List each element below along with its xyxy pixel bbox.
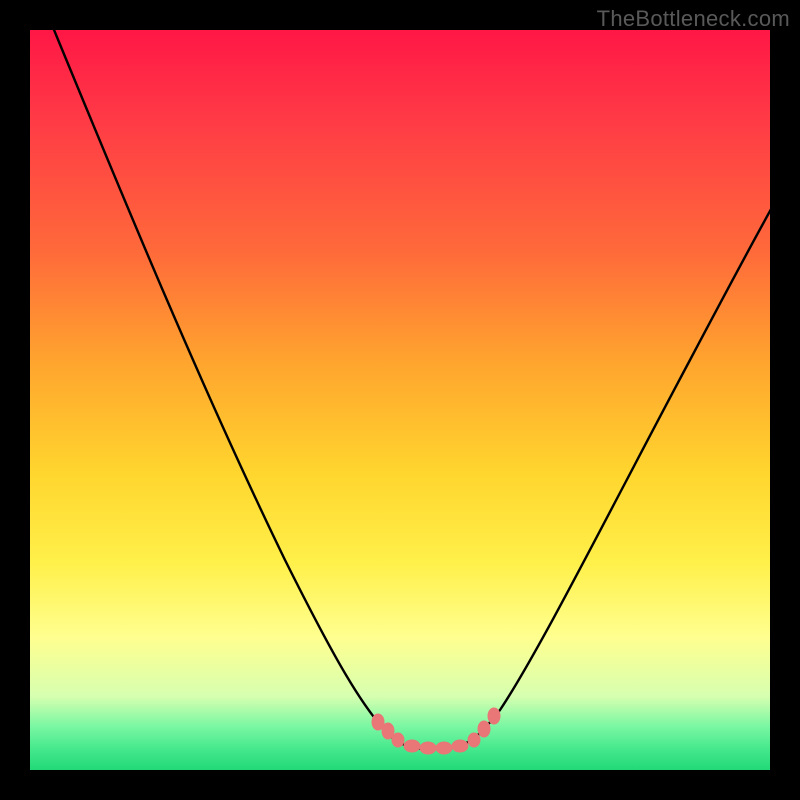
bottleneck-curve: [52, 30, 770, 749]
plot-area: [30, 30, 770, 770]
chart-frame: TheBottleneck.com: [0, 0, 800, 800]
curve-layer: [30, 30, 770, 770]
watermark-text: TheBottleneck.com: [597, 6, 790, 32]
trough-markers: [372, 708, 500, 754]
